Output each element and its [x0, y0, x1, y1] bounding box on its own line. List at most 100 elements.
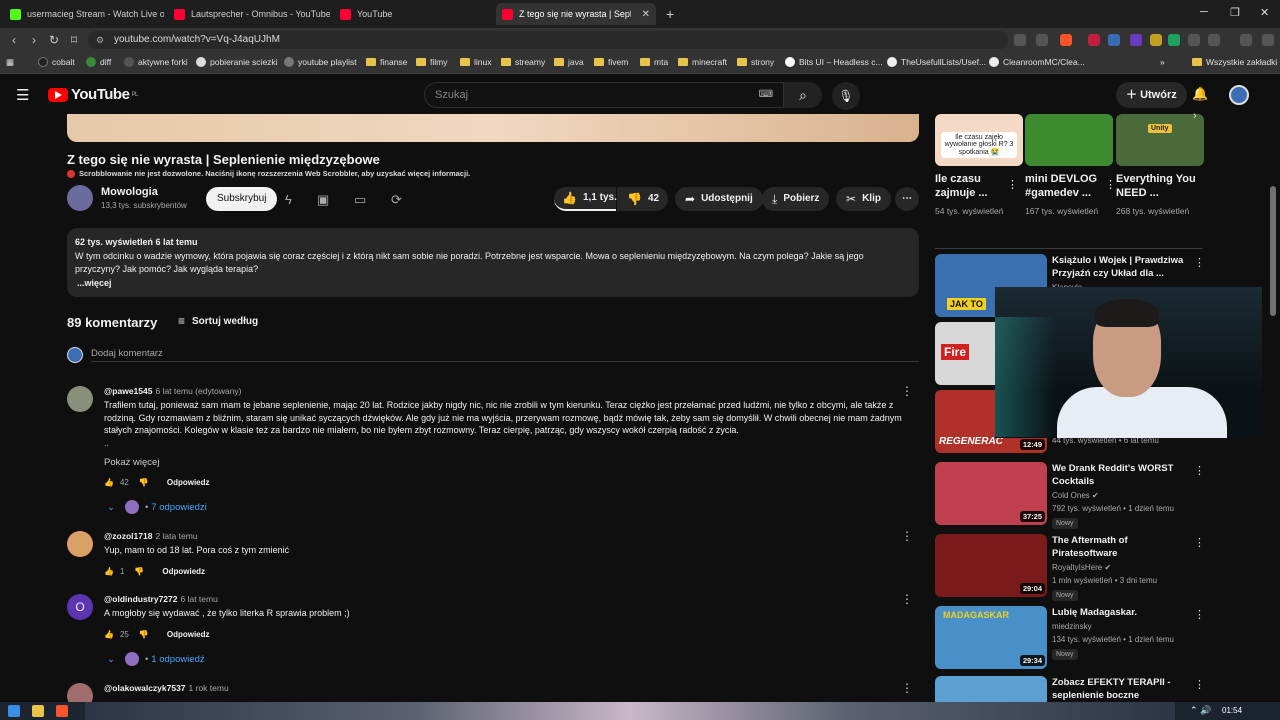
forward-icon[interactable]: ›	[24, 33, 44, 47]
extension-icon[interactable]	[1108, 34, 1120, 46]
video-thumbnail[interactable]: 29:04	[935, 534, 1047, 597]
notifications-bell-icon[interactable]: 🔔	[1192, 86, 1208, 102]
browser-tab-active[interactable]: Z tego się nie wyrasta | Seplenie ✕	[496, 3, 656, 25]
bookmark-folder[interactable]: minecraft	[678, 57, 727, 67]
bookmark-item[interactable]: CleanroomMC/Clea...	[989, 57, 1085, 67]
browser-tab[interactable]: YouTube	[334, 3, 494, 25]
share-button[interactable]: ➦ Udostępnij	[675, 187, 763, 211]
comment-author[interactable]: @olakowalczyk7537 1 rok temu	[104, 683, 229, 693]
comment-avatar[interactable]	[67, 531, 93, 557]
sidebar-video[interactable]: MADAGASKAR 29:34 Lubię Madagaskar. miedz…	[935, 606, 1205, 672]
shelf-video[interactable]: Ile czasu zajęło wywołanie głoski R? 3 s…	[935, 114, 1023, 216]
video-title[interactable]: Zobacz EFEKTY TERAPII - seplenienie bocz…	[1052, 676, 1187, 702]
video-title[interactable]: Ile czasu zajmuje ...	[935, 172, 1015, 200]
youtube-logo[interactable]: YouTube PL	[48, 86, 138, 103]
bookmark-item[interactable]: youtube playlist	[284, 57, 357, 67]
video-thumbnail[interactable]: Unity	[1116, 114, 1204, 166]
more-vertical-icon[interactable]: ⋮	[1194, 256, 1205, 269]
video-thumbnail[interactable]: Ile czasu zajęło wywołanie głoski R? 3 s…	[935, 114, 1023, 166]
sidebar-icon[interactable]	[1208, 34, 1220, 46]
brave-browser-icon[interactable]	[56, 705, 68, 717]
hamburger-menu-icon[interactable]: ☰	[16, 86, 29, 104]
reply-button[interactable]: Odpowiedz	[167, 478, 210, 487]
bookmark-folder[interactable]: fivem	[594, 57, 628, 67]
comment-avatar[interactable]: O	[67, 594, 93, 620]
subscribe-button[interactable]: Subskrybuj	[206, 187, 278, 211]
search-button[interactable]: ⌕	[784, 82, 822, 108]
comment-menu-icon[interactable]: ⋮	[901, 683, 913, 695]
comment-author[interactable]: @oldindustry7272 6 lat temu	[104, 594, 218, 604]
comment-avatar[interactable]	[67, 386, 93, 412]
more-vertical-icon[interactable]: ⋮	[1194, 608, 1205, 621]
close-window-icon[interactable]: ✕	[1260, 6, 1269, 19]
channel-name[interactable]: Cold Ones ✔	[1052, 491, 1099, 500]
comment-menu-icon[interactable]: ⋮	[901, 529, 913, 543]
bookmark-folder[interactable]: mta	[640, 57, 668, 67]
bookmark-item[interactable]: pobieranie sciezki	[196, 57, 278, 67]
bookmark-folder[interactable]: finanse	[366, 57, 407, 67]
start-icon[interactable]	[8, 705, 20, 717]
reply-button[interactable]: Odpowiedz	[167, 630, 210, 639]
video-thumbnail[interactable]: MADAGASKAR 29:34	[935, 606, 1047, 669]
clip-button[interactable]: ✂ Klip	[836, 187, 891, 211]
shelf-video[interactable]: mini DEVLOG #gamedev ... 167 tys. wyświe…	[1025, 114, 1116, 216]
scrollbar-thumb[interactable]	[1270, 186, 1276, 316]
video-thumbnail[interactable]: 37:25	[935, 462, 1047, 525]
bookmark-item[interactable]: aktywne forki	[124, 57, 188, 67]
bookmark-folder[interactable]: streamy	[501, 57, 545, 67]
bookmark-item[interactable]: Bits UI – Headless c...	[785, 57, 883, 67]
next-arrow-icon[interactable]: ›	[1193, 110, 1197, 122]
extension-icon[interactable]	[1168, 34, 1180, 46]
show-more-link[interactable]: ...więcej	[75, 277, 911, 290]
video-thumbnail[interactable]	[1025, 114, 1113, 166]
view-replies-button[interactable]: ⌄ • 1 odpowiedź	[107, 652, 205, 666]
file-explorer-icon[interactable]	[32, 705, 44, 717]
create-button[interactable]: ＋ Utwórz	[1116, 82, 1187, 108]
comment-menu-icon[interactable]: ⋮	[901, 384, 913, 398]
voice-search-button[interactable]: 🎙	[832, 82, 860, 110]
channel-name[interactable]: miedzinsky	[1052, 622, 1092, 631]
playlist-icon[interactable]	[1240, 34, 1252, 46]
browser-tab[interactable]: Lautsprecher - Omnibus - YouTube	[168, 3, 330, 25]
apps-icon[interactable]: ▦	[6, 57, 14, 68]
all-bookmarks-folder[interactable]: Wszystkie zakładki	[1192, 57, 1277, 67]
shelf-video[interactable]: Unity Everything You NEED ... 268 tys. w…	[1116, 114, 1204, 216]
more-actions-button[interactable]: ⋯	[895, 187, 919, 211]
maximize-icon[interactable]: ❐	[1230, 6, 1240, 19]
comment-author[interactable]: @zozol1718 2 lata temu	[104, 531, 198, 541]
video-title[interactable]: mini DEVLOG #gamedev ...	[1025, 172, 1105, 200]
comment-menu-icon[interactable]: ⋮	[901, 592, 913, 606]
channel-name[interactable]: Mowologia	[101, 186, 158, 198]
dislike-button[interactable]: 👎 42	[617, 187, 668, 211]
bookmark-folder[interactable]: java	[554, 57, 584, 67]
show-more-button[interactable]: Pokaż więcej	[104, 457, 159, 468]
sidebar-video[interactable]: 37:25 We Drank Reddit's WORST Cocktails …	[935, 462, 1205, 529]
download-button[interactable]: ⤓ Pobierz	[762, 187, 830, 211]
more-bookmarks-button[interactable]: »	[1160, 57, 1165, 67]
bookmark-folder[interactable]: linux	[460, 57, 491, 67]
description-box[interactable]: 62 tys. wyświetleń 6 lat temu W tym odci…	[67, 228, 919, 297]
lightning-icon[interactable]: ϟ	[285, 192, 292, 207]
extension-icon[interactable]	[1130, 34, 1142, 46]
like-comment-icon[interactable]: 👍	[104, 630, 114, 639]
more-vertical-icon[interactable]: ⋮	[1007, 178, 1018, 191]
bookmark-folder[interactable]: filmy	[416, 57, 447, 67]
dislike-comment-icon[interactable]: 👎	[134, 567, 144, 576]
account-avatar[interactable]	[1229, 85, 1249, 105]
sidebar-video[interactable]: Zobacz EFEKTY TERAPII - seplenienie bocz…	[935, 676, 1203, 704]
site-info-icon[interactable]: ⚙	[96, 31, 104, 49]
browser-tab[interactable]: usermacieg Stream - Watch Live on K	[4, 3, 164, 25]
bookmark-icon[interactable]: ⌑	[64, 33, 84, 47]
video-title[interactable]: We Drank Reddit's WORST Cocktails	[1052, 462, 1187, 488]
video-title[interactable]: Lubię Madagaskar.	[1052, 606, 1187, 619]
dislike-comment-icon[interactable]: 👎	[139, 630, 149, 639]
comment-author[interactable]: @pawe1545 6 lat temu (edytowany)	[104, 386, 241, 396]
more-vertical-icon[interactable]: ⋮	[1194, 678, 1203, 691]
tray-icons[interactable]: ⌃ 🔊	[1190, 705, 1211, 716]
bookmark-item[interactable]: cobalt	[38, 57, 75, 67]
video-title[interactable]: Książulo i Wojek | Prawdziwa Przyjaźń cz…	[1052, 254, 1187, 280]
keyboard-icon[interactable]: ⌨	[759, 83, 773, 107]
search-input[interactable]: Szukaj ⌨	[424, 82, 784, 108]
miniplayer-icon[interactable]: ▭	[354, 192, 366, 208]
extension-icon[interactable]	[1150, 34, 1162, 46]
